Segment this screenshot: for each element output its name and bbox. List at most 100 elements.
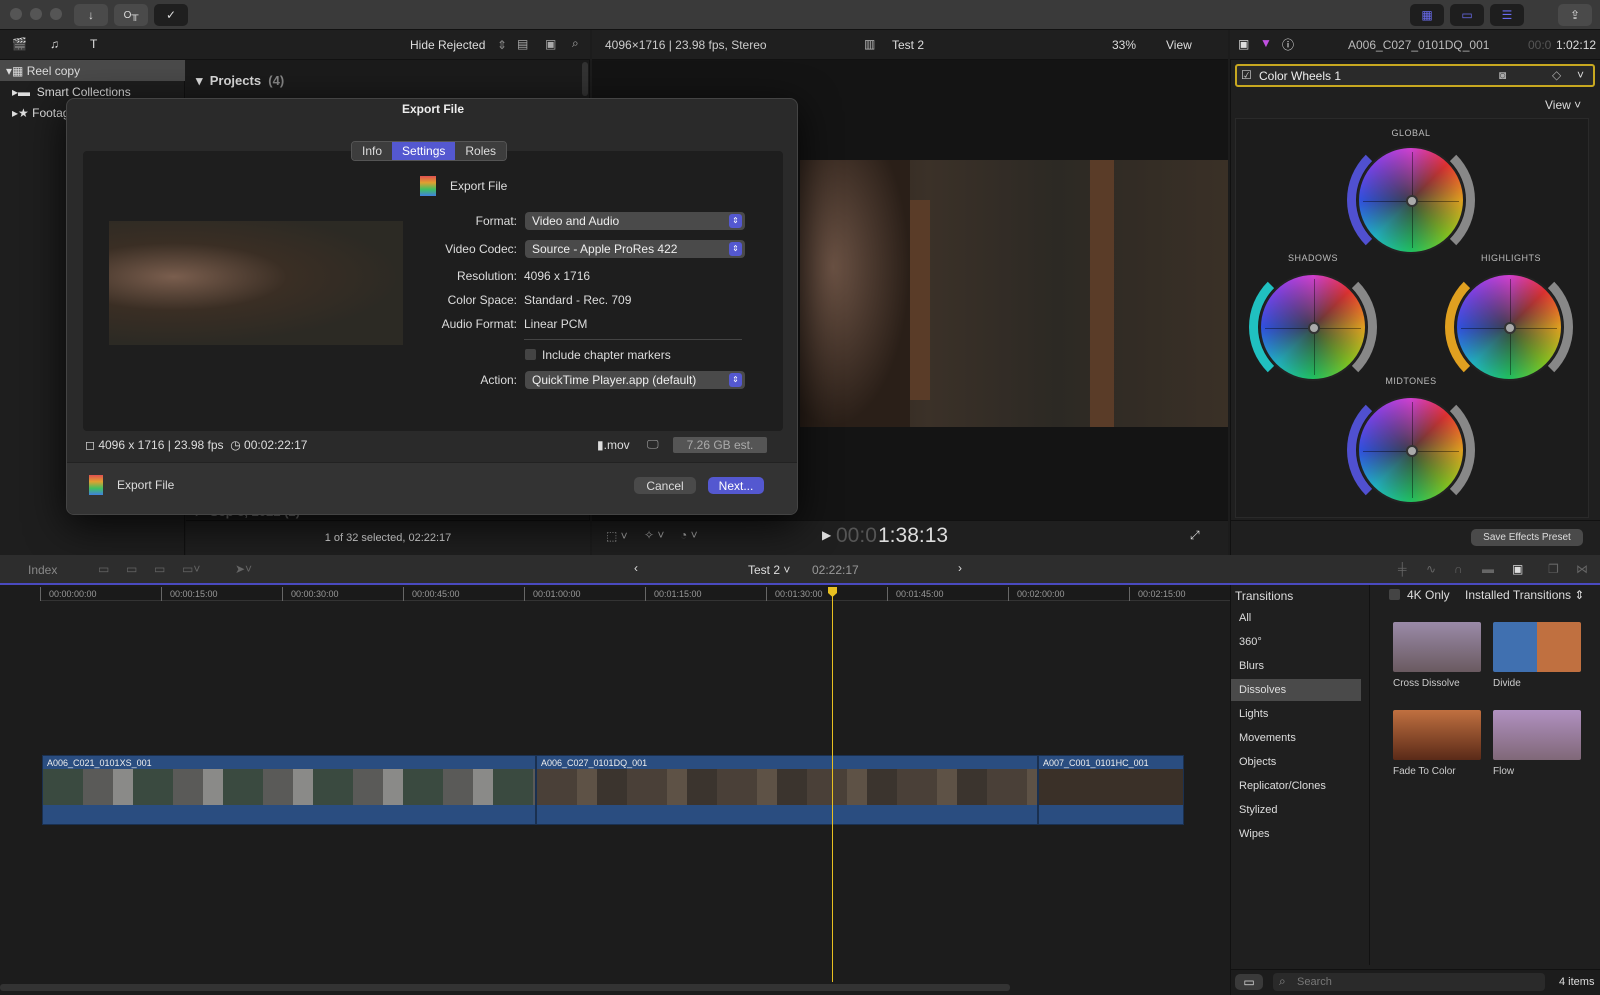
zoom-level-menu[interactable]: 33% <box>1112 38 1136 52</box>
fade-to-color-thumbnail[interactable] <box>1393 710 1481 760</box>
wheel-puck[interactable] <box>1406 445 1418 457</box>
timeline-ruler[interactable]: 00:00:00:00 00:00:15:00 00:00:30:00 00:0… <box>40 587 1230 601</box>
libraries-icon[interactable]: 🎬 <box>12 37 27 51</box>
timeline-project-name[interactable]: Test 2 ˅ <box>748 563 790 577</box>
back-chevron-icon[interactable]: ‹ <box>634 561 638 575</box>
projects-group[interactable]: ▾ Projects (4) <box>196 73 284 89</box>
forward-chevron-icon[interactable]: › <box>958 561 962 575</box>
import-button[interactable]: ↓ <box>74 4 108 26</box>
video-inspector-icon[interactable]: ▣ <box>1238 37 1249 51</box>
category-item[interactable]: Lights <box>1237 703 1367 725</box>
hide-rejected-filter[interactable]: Hide Rejected <box>410 38 485 52</box>
solo-icon[interactable]: ▬ <box>1482 562 1494 576</box>
category-item[interactable]: Blurs <box>1237 655 1367 677</box>
effect-enable-checkbox[interactable]: ☑ <box>1241 68 1252 82</box>
video-waveform-icon[interactable]: ╪ <box>1398 562 1407 576</box>
wheel-puck[interactable] <box>1504 322 1516 334</box>
color-inspector-icon[interactable]: ▼ <box>1260 36 1272 50</box>
chevron-down-icon[interactable]: ˅ <box>1577 68 1584 82</box>
enhance-wand-icon[interactable]: ✧ ˅ <box>644 528 664 542</box>
index-button[interactable]: Index <box>28 563 57 577</box>
browser-scrollbar[interactable] <box>582 62 588 96</box>
mask-icon[interactable]: ◙ <box>1499 68 1506 82</box>
wheel-puck[interactable] <box>1308 322 1320 334</box>
shadows-color-wheel[interactable] <box>1259 273 1367 381</box>
category-item[interactable]: Replicator/Clones <box>1237 775 1367 797</box>
select-tool-icon[interactable]: ➤˅ <box>235 562 252 576</box>
transitions-search-input[interactable]: ⌕ Search <box>1273 973 1545 991</box>
titles-generators-icon[interactable]: T <box>90 37 97 51</box>
fullscreen-icon[interactable]: ⤢ <box>1190 528 1200 543</box>
viewer-view-menu[interactable]: View <box>1166 38 1192 52</box>
save-effects-preset-button[interactable]: Save Effects Preset <box>1471 529 1583 546</box>
filmstrip-icon[interactable]: ▣ <box>545 37 556 51</box>
next-button[interactable]: Next... <box>708 477 764 494</box>
info-icon[interactable]: ⓘ <box>1282 36 1294 53</box>
timeline-clip[interactable]: A007_C001_0101HC_001 <box>1038 755 1184 825</box>
wheel-puck[interactable] <box>1406 195 1418 207</box>
installed-transitions-menu[interactable]: Installed Transitions ⇕ <box>1465 588 1584 602</box>
category-item-selected[interactable]: Dissolves <box>1231 679 1361 701</box>
timeline-toggle-button[interactable]: ▭ <box>1450 4 1484 26</box>
inspector-toggle-button[interactable]: ☰ <box>1490 4 1524 26</box>
timeline-scrollbar[interactable] <box>0 984 1010 991</box>
playhead[interactable] <box>832 587 833 982</box>
category-item[interactable]: Movements <box>1237 727 1367 749</box>
clip-appearance-icon[interactable]: ▤ <box>517 37 528 51</box>
category-item[interactable]: Stylized <box>1237 799 1367 821</box>
clip-appearance-icon[interactable]: ❐ <box>1548 562 1559 576</box>
photos-audio-icon[interactable]: ♫ <box>50 37 59 51</box>
viewer-timecode: 1:38:13 <box>878 524 949 547</box>
tab-info[interactable]: Info <box>352 142 393 160</box>
append-clip-icon[interactable]: ▭ <box>154 562 165 576</box>
category-item[interactable]: All <box>1237 607 1367 629</box>
tab-roles[interactable]: Roles <box>455 142 507 160</box>
tab-settings[interactable]: Settings <box>392 142 456 160</box>
headphones-icon[interactable]: ∩ <box>1454 562 1463 576</box>
highlights-color-wheel[interactable] <box>1455 273 1563 381</box>
overwrite-clip-icon[interactable]: ▭˅ <box>182 562 200 576</box>
category-item[interactable]: 360° <box>1237 631 1367 653</box>
divide-thumbnail[interactable] <box>1493 622 1581 672</box>
viewer-video-frame[interactable] <box>800 160 1228 427</box>
updown-chevron-icon: ⇕ <box>729 373 742 387</box>
connect-clip-icon[interactable]: ▭ <box>98 562 109 576</box>
midtones-color-wheel[interactable] <box>1357 396 1465 504</box>
category-item[interactable]: Wipes <box>1237 823 1367 845</box>
search-icon[interactable]: ⌕ <box>572 36 579 51</box>
keyframe-icon[interactable]: ◇ <box>1552 68 1561 82</box>
4k-only-label[interactable]: 4K Only <box>1407 588 1450 602</box>
minimize-window-button[interactable] <box>30 8 42 20</box>
effects-browser-icon[interactable]: ⋈ <box>1576 562 1588 576</box>
close-window-button[interactable] <box>10 8 22 20</box>
timeline-clip[interactable]: A006_C027_0101DQ_001 <box>536 755 1038 825</box>
cross-dissolve-thumbnail[interactable] <box>1393 622 1481 672</box>
share-button[interactable]: ⇪ <box>1558 4 1592 26</box>
transform-icon[interactable]: ⬚ ˅ <box>606 529 628 543</box>
sidebar-item-reel-copy[interactable]: ▾▦ Reel copy <box>0 60 185 81</box>
chapter-markers-label[interactable]: Include chapter markers <box>542 348 671 362</box>
4k-only-checkbox[interactable] <box>1389 589 1400 600</box>
format-select[interactable]: Video and Audio ⇕ <box>525 212 745 230</box>
chapter-markers-checkbox[interactable] <box>525 349 536 360</box>
snapping-icon[interactable]: ▣ <box>1512 562 1523 576</box>
video-codec-select[interactable]: Source - Apple ProRes 422 ⇕ <box>525 240 745 258</box>
effect-name-menu[interactable]: Color Wheels 1 <box>1259 69 1341 83</box>
effect-header[interactable]: ☑ Color Wheels 1 ◙ ◇ ˅ <box>1235 64 1595 87</box>
timeline-clip[interactable]: A006_C021_0101XS_001 <box>42 755 536 825</box>
action-select[interactable]: QuickTime Player.app (default) ⇕ <box>525 371 745 389</box>
retime-icon[interactable]: ◔ ˅ <box>680 528 698 542</box>
global-color-wheel[interactable] <box>1357 146 1465 254</box>
play-button[interactable]: ▶ <box>822 528 831 542</box>
inspector-view-menu[interactable]: View ˅ <box>1545 98 1581 112</box>
sidebar-toggle-button[interactable]: ▭ <box>1235 974 1263 990</box>
background-tasks-button[interactable]: ✓ <box>154 4 188 26</box>
zoom-window-button[interactable] <box>50 8 62 20</box>
browser-toggle-button[interactable]: ▦ <box>1410 4 1444 26</box>
cancel-button[interactable]: Cancel <box>634 477 696 494</box>
audio-skimming-icon[interactable]: ∿ <box>1426 562 1436 576</box>
category-item[interactable]: Objects <box>1237 751 1367 773</box>
insert-clip-icon[interactable]: ▭ <box>126 562 137 576</box>
flow-thumbnail[interactable] <box>1493 710 1581 760</box>
keywords-button[interactable]: O╥ <box>114 4 148 26</box>
